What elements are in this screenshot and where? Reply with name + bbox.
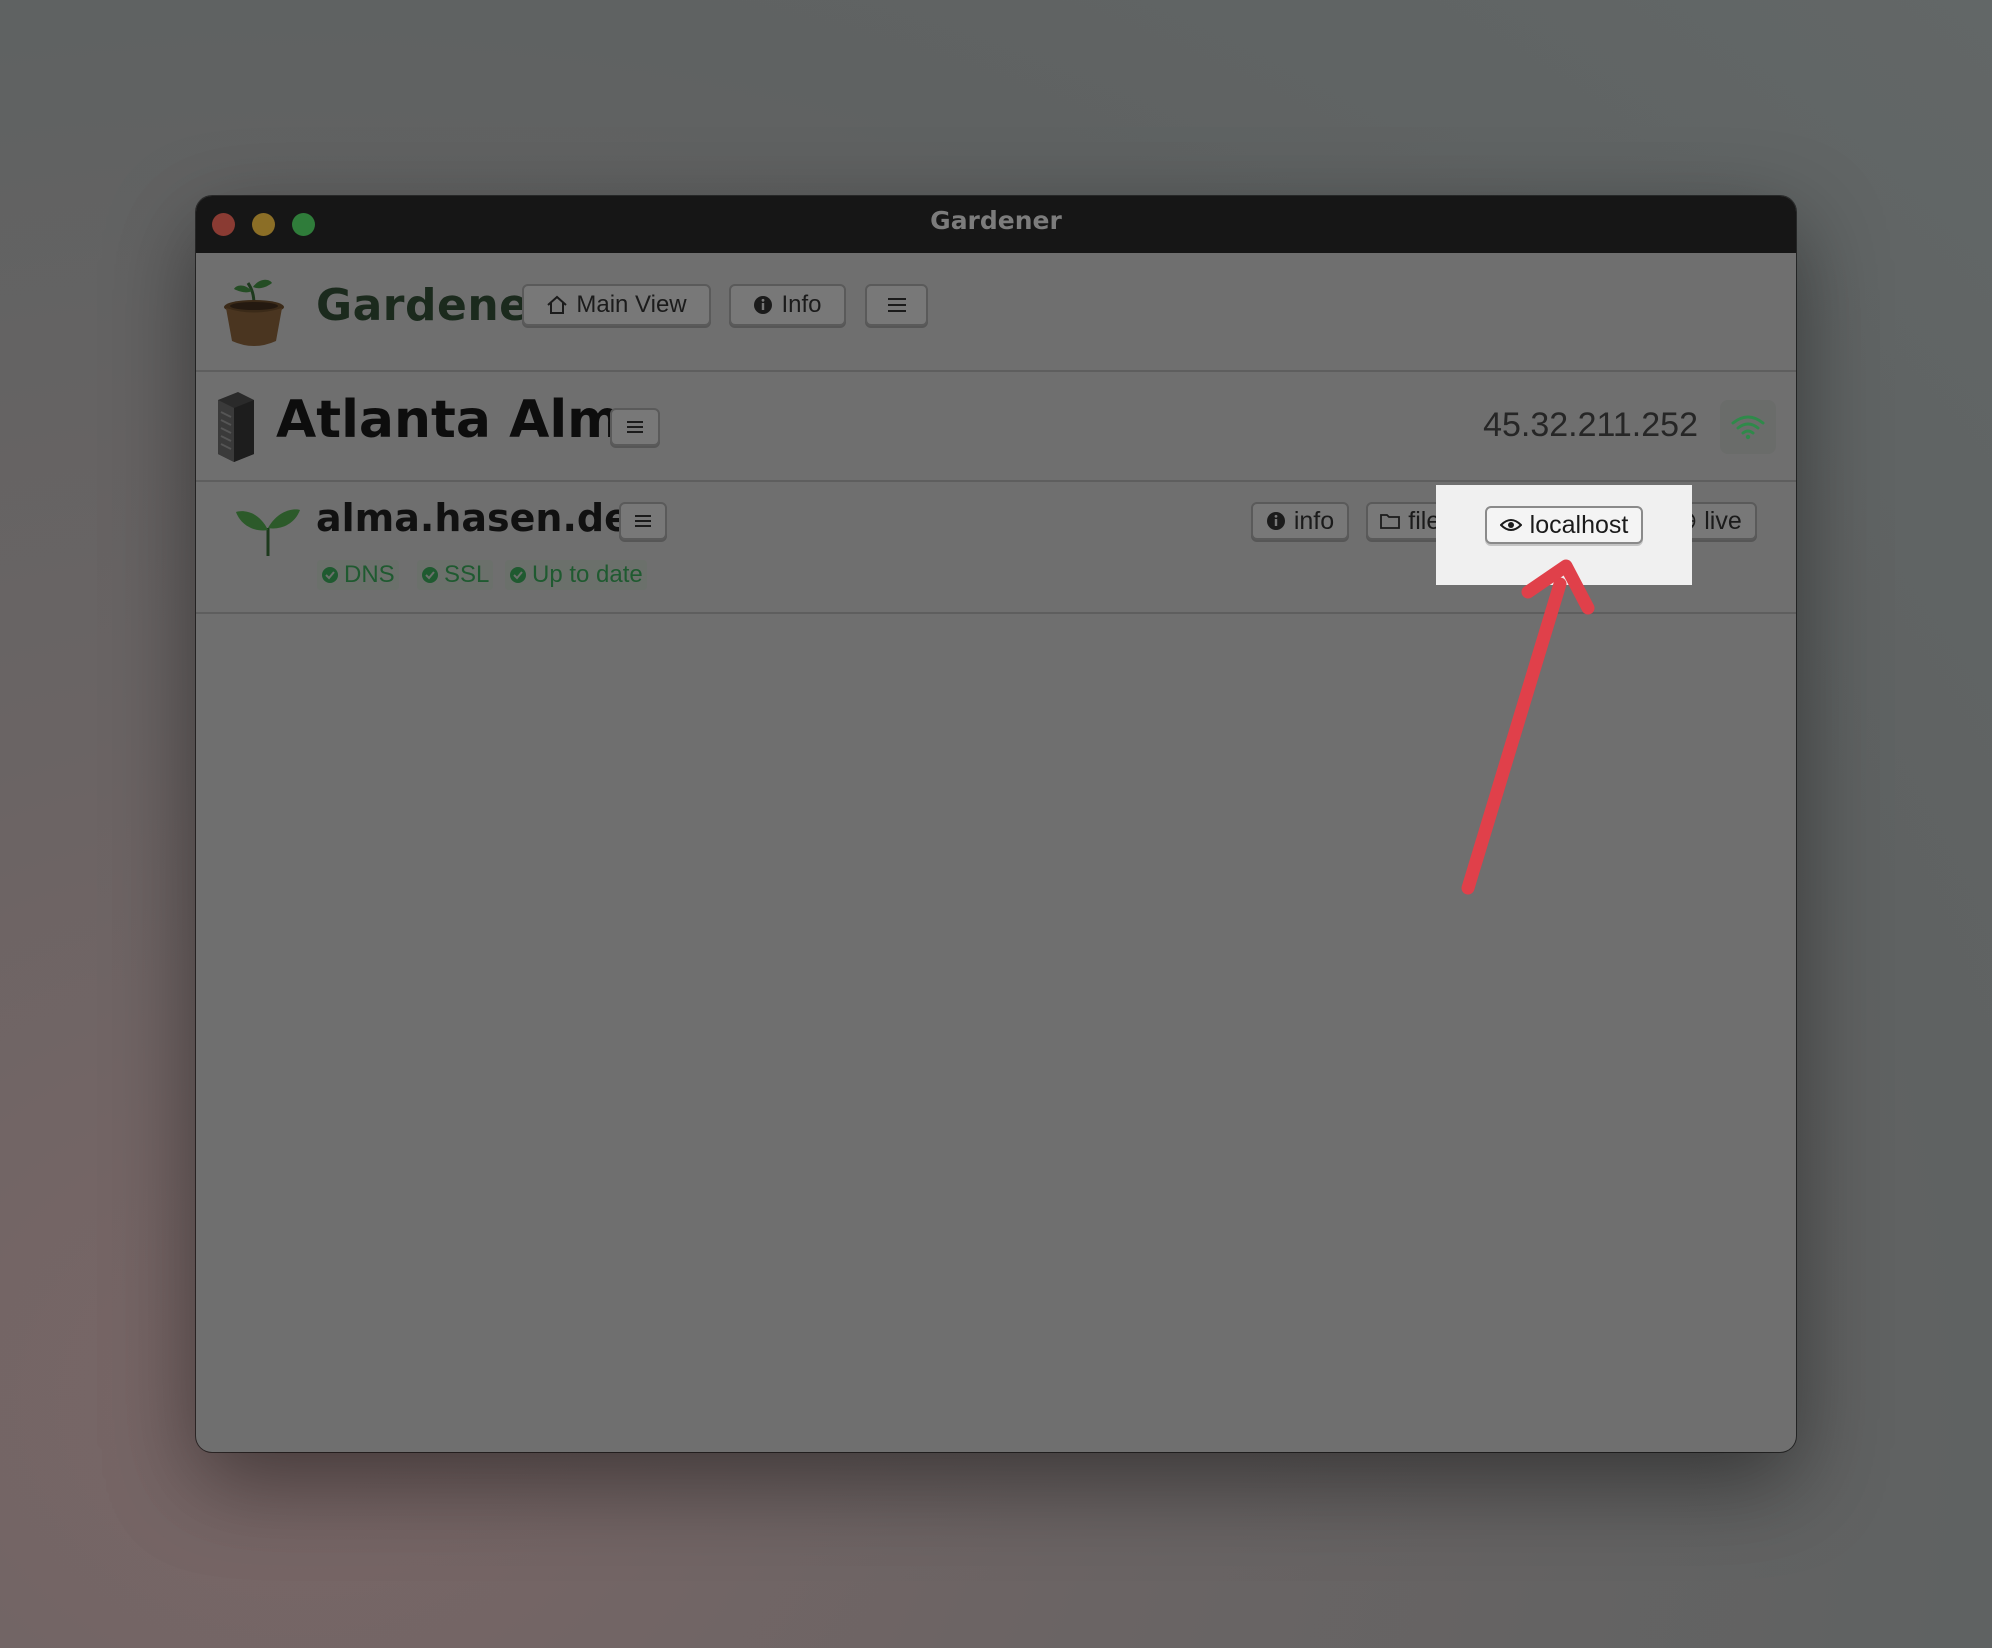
server-name: Atlanta Alma xyxy=(276,390,657,450)
main-view-button[interactable]: Main View xyxy=(522,284,711,326)
wifi-icon xyxy=(1731,415,1765,440)
title-bar: Gardener xyxy=(196,196,1796,253)
check-circle-icon xyxy=(322,567,338,583)
site-domain: alma.hasen.dev xyxy=(316,496,655,540)
info-label: Info xyxy=(781,291,822,318)
dns-status-label: DNS xyxy=(344,561,395,588)
window-title: Gardener xyxy=(930,206,1062,235)
app-window: Gardener Gardener Main View Info Atlanta… xyxy=(196,196,1796,1452)
dns-status-badge: DNS xyxy=(317,560,399,590)
hamburger-icon xyxy=(887,298,906,312)
localhost-overlay-label: localhost xyxy=(1529,510,1629,539)
update-status-badge: Up to date xyxy=(505,560,647,590)
server-menu-button[interactable] xyxy=(610,408,660,446)
ssl-status-label: SSL xyxy=(444,561,490,588)
check-circle-icon xyxy=(510,567,526,583)
site-menu-button[interactable] xyxy=(619,502,667,540)
eye-icon xyxy=(1499,519,1522,531)
server-ip-address: 45.32.211.252 xyxy=(1483,406,1698,444)
folder-icon xyxy=(1380,514,1401,529)
app-header: Gardener Main View Info xyxy=(196,253,1796,372)
site-info-button[interactable]: info xyxy=(1251,502,1349,540)
connection-status xyxy=(1720,400,1776,454)
hamburger-icon xyxy=(635,515,651,527)
info-button[interactable]: Info xyxy=(729,284,846,326)
check-circle-icon xyxy=(422,567,438,583)
update-status-label: Up to date xyxy=(532,561,643,588)
info-icon xyxy=(754,296,773,314)
sprout-icon xyxy=(234,498,302,563)
live-label: live xyxy=(1704,506,1742,535)
home-icon xyxy=(547,295,568,314)
app-name: Gardener xyxy=(316,280,552,331)
localhost-button-overlay[interactable]: localhost xyxy=(1485,506,1643,544)
site-info-label: info xyxy=(1293,506,1335,535)
info-icon xyxy=(1266,512,1285,530)
plant-pot-icon xyxy=(222,275,286,354)
empty-content-area xyxy=(196,614,1796,1452)
ssl-status-badge: SSL xyxy=(417,560,494,590)
minimize-window-button[interactable] xyxy=(252,213,275,236)
app-menu-button[interactable] xyxy=(865,284,928,326)
maximize-window-button[interactable] xyxy=(292,213,315,236)
main-view-label: Main View xyxy=(576,291,687,318)
server-rack-icon xyxy=(214,390,256,467)
close-window-button[interactable] xyxy=(212,213,235,236)
server-row: Atlanta Alma 45.32.211.252 xyxy=(196,372,1796,482)
hamburger-icon xyxy=(627,421,643,433)
